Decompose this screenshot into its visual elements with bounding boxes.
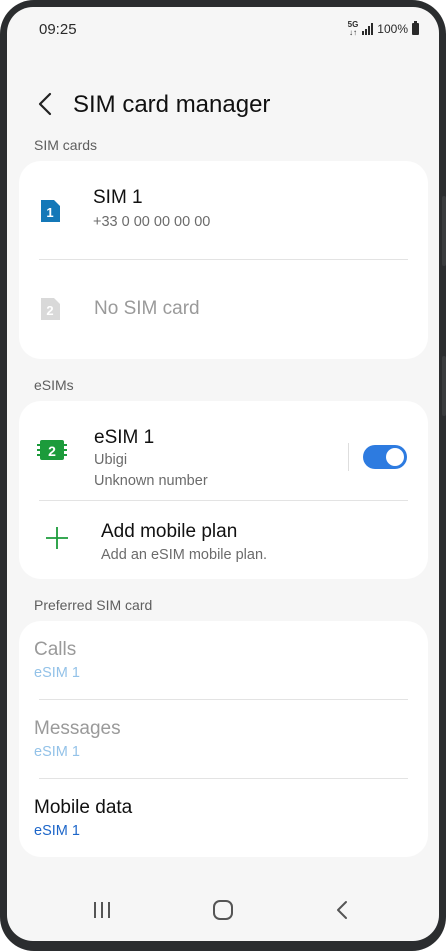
esims-card: 2 eSIM 1 Ubigi Unknown number Add mobile…: [19, 401, 428, 579]
section-label-esims: eSIMs: [34, 377, 74, 393]
preferred-mobile-data-row[interactable]: Mobile data eSIM 1: [19, 779, 428, 857]
screen: 09:25 5G ↓↑ 100% SIM card manager SIM ca…: [7, 7, 439, 941]
add-mobile-plan-title: Add mobile plan: [101, 521, 238, 542]
preferred-calls-row: Calls eSIM 1: [19, 621, 428, 699]
sim-row-1[interactable]: 1 SIM 1 +33 0 00 00 00 00: [19, 161, 428, 259]
toggle-separator: [348, 443, 349, 471]
preferred-mobile-data-label: Mobile data: [34, 797, 133, 818]
status-icons: 5G ↓↑ 100%: [348, 21, 419, 37]
add-mobile-plan-row[interactable]: Add mobile plan Add an eSIM mobile plan.: [19, 501, 428, 579]
home-icon: [213, 900, 233, 920]
preferred-messages-row: Messages eSIM 1: [19, 700, 428, 778]
phone-frame: 09:25 5G ↓↑ 100% SIM card manager SIM ca…: [0, 0, 446, 951]
sim-row-2: 2 No SIM card: [19, 260, 428, 359]
svg-text:2: 2: [48, 443, 56, 459]
home-button[interactable]: [210, 897, 236, 923]
preferred-calls-value: eSIM 1: [34, 665, 80, 681]
svg-text:2: 2: [46, 303, 53, 318]
preferred-messages-value: eSIM 1: [34, 744, 80, 760]
battery-icon: [412, 21, 419, 35]
preferred-mobile-data-value: eSIM 1: [34, 823, 80, 839]
section-label-preferred-sim: Preferred SIM card: [34, 597, 153, 613]
volume-button: [442, 196, 446, 266]
status-time: 09:25: [39, 21, 77, 38]
preferred-calls-label: Calls: [34, 639, 77, 660]
power-button: [442, 356, 446, 416]
app-header: SIM card manager: [7, 79, 439, 129]
sim-1-name: SIM 1: [93, 187, 143, 208]
network-5g-icon: 5G ↓↑: [348, 21, 359, 37]
esim-1-name: eSIM 1: [94, 427, 155, 448]
recent-apps-icon: [94, 902, 110, 918]
add-mobile-plan-subtitle: Add an eSIM mobile plan.: [101, 547, 268, 563]
recent-apps-button[interactable]: [89, 897, 115, 923]
nav-back-button[interactable]: [330, 897, 356, 923]
esim-1-carrier: Ubigi: [94, 452, 128, 468]
navigation-bar: [7, 881, 439, 941]
svg-text:1: 1: [46, 205, 53, 220]
esim-1-number: Unknown number: [94, 473, 208, 489]
plus-icon: [45, 526, 69, 555]
sim-cards-card: 1 SIM 1 +33 0 00 00 00 00 2 No SIM card: [19, 161, 428, 359]
back-button[interactable]: [31, 89, 61, 119]
esim-row-1[interactable]: 2 eSIM 1 Ubigi Unknown number: [19, 401, 428, 500]
page-title: SIM card manager: [73, 91, 271, 118]
sim-card-icon: 2: [39, 296, 61, 322]
sim-card-icon: 1: [39, 198, 61, 224]
status-bar: 09:25 5G ↓↑ 100%: [7, 7, 439, 51]
section-label-sim-cards: SIM cards: [34, 137, 98, 153]
sim-2-status: No SIM card: [94, 298, 200, 319]
back-icon: [337, 901, 347, 919]
preferred-messages-label: Messages: [34, 718, 121, 739]
signal-icon: [362, 23, 374, 35]
toggle-knob: [386, 448, 404, 466]
battery-percent: 100%: [377, 22, 408, 36]
esim-chip-icon: 2: [37, 439, 67, 466]
network-activity-arrows: ↓↑: [348, 28, 357, 37]
esim-1-toggle[interactable]: [363, 445, 407, 469]
chevron-left-icon: [38, 92, 52, 116]
preferred-sim-card: Calls eSIM 1 Messages eSIM 1 Mobile data…: [19, 621, 428, 857]
sim-1-number: +33 0 00 00 00 00: [93, 214, 211, 230]
